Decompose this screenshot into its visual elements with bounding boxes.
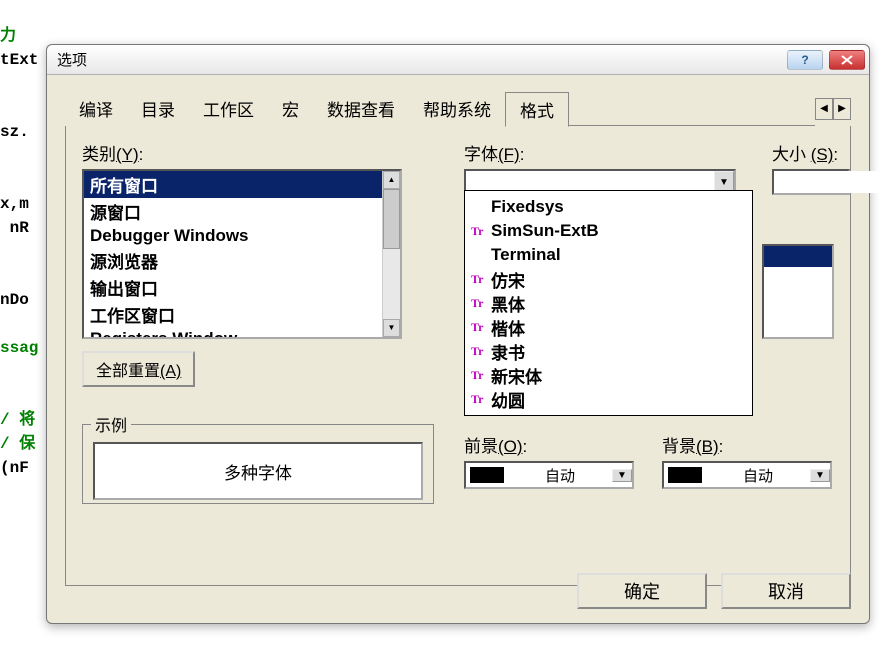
tab-format[interactable]: 格式 [505, 92, 569, 127]
tab-workspace[interactable]: 工作区 [189, 92, 269, 125]
foreground-combobox[interactable]: 自动 ▼ [464, 461, 634, 489]
truetype-icon: Tr [471, 392, 489, 407]
tab-helpsystem[interactable]: 帮助系统 [409, 92, 506, 125]
truetype-icon: Tr [471, 320, 489, 335]
list-item[interactable]: Debugger Windows [84, 225, 382, 247]
truetype-icon: Tr [471, 272, 489, 287]
font-option[interactable]: Tr隶书 [465, 339, 752, 363]
size-label: 大小 (S): [772, 140, 856, 165]
list-item[interactable] [764, 246, 832, 267]
background-code: 力 tExt sz. x,m nR nDo ssag / 将 / 保 (nF [0, 0, 38, 480]
sample-preview: 多种字体 [93, 442, 423, 500]
color-swatch [668, 467, 702, 483]
close-button[interactable] [829, 50, 865, 70]
ok-button[interactable]: 确定 [577, 573, 707, 609]
font-option[interactable]: Terminal [465, 243, 752, 267]
truetype-icon: Tr [471, 368, 489, 383]
reset-all-button[interactable]: 全部重置(A) [82, 351, 195, 387]
options-dialog: 选项 ? 编译 目录 工作区 宏 数据查看 帮助系统 格式 ◀ ▶ [46, 44, 870, 624]
scroll-down-icon[interactable]: ▼ [383, 319, 400, 337]
dropdown-button[interactable]: ▼ [612, 469, 632, 482]
color-swatch [470, 467, 504, 483]
list-item[interactable]: 源窗口 [84, 198, 382, 225]
list-item[interactable]: 源浏览器 [84, 247, 382, 274]
list-item[interactable]: 工作区窗口 [84, 301, 382, 328]
dropdown-button[interactable]: ▼ [810, 469, 830, 482]
tab-scroll-right[interactable]: ▶ [833, 98, 851, 120]
size-combobox[interactable]: ▼ [772, 169, 850, 195]
font-option[interactable]: TrSimSun-ExtB [465, 219, 752, 243]
cancel-button[interactable]: 取消 [721, 573, 851, 609]
help-button[interactable]: ? [787, 50, 823, 70]
truetype-icon: Tr [471, 296, 489, 311]
background-label: 背景(B): [662, 432, 842, 457]
font-dropdown-list[interactable]: Fixedsys TrSimSun-ExtB Terminal Tr仿宋 Tr黑… [464, 190, 753, 416]
sample-fieldset: 示例 多种字体 [82, 412, 434, 504]
tab-compile[interactable]: 编译 [65, 92, 128, 125]
foreground-label: 前景(O): [464, 432, 644, 457]
font-option[interactable]: Tr仿宋 [465, 267, 752, 291]
scroll-up-icon[interactable]: ▲ [383, 171, 400, 189]
list-item[interactable]: Registers Window [84, 328, 382, 337]
truetype-icon: Tr [471, 344, 489, 359]
category-listbox[interactable]: 所有窗口 源窗口 Debugger Windows 源浏览器 输出窗口 工作区窗… [82, 169, 402, 339]
background-combobox[interactable]: 自动 ▼ [662, 461, 832, 489]
scroll-thumb[interactable] [383, 189, 400, 249]
tab-strip: 编译 目录 工作区 宏 数据查看 帮助系统 格式 ◀ ▶ [65, 91, 851, 126]
scrollbar[interactable]: ▲ ▼ [382, 171, 400, 337]
titlebar[interactable]: 选项 ? [47, 45, 869, 75]
font-option[interactable]: Tr楷体 [465, 315, 752, 339]
tab-dataview[interactable]: 数据查看 [313, 92, 410, 125]
size-input[interactable] [774, 171, 896, 193]
dialog-title: 选项 [57, 49, 787, 70]
tab-macros[interactable]: 宏 [268, 92, 314, 125]
list-item[interactable]: 所有窗口 [84, 171, 382, 198]
font-option[interactable]: Tr幼圆 [465, 387, 752, 411]
font-option[interactable]: Fixedsys [465, 195, 752, 219]
font-label: 字体(F): [464, 140, 754, 165]
category-label: 类别(Y): [82, 140, 432, 165]
list-item[interactable]: 输出窗口 [84, 274, 382, 301]
font-option[interactable]: Tr黑体 [465, 291, 752, 315]
truetype-icon: Tr [471, 224, 489, 239]
tab-scroll-left[interactable]: ◀ [815, 98, 833, 120]
style-listbox[interactable] [762, 244, 834, 339]
tab-pane-format: 类别(Y): 所有窗口 源窗口 Debugger Windows 源浏览器 输出… [65, 126, 851, 586]
tab-directories[interactable]: 目录 [127, 92, 190, 125]
close-icon [841, 55, 853, 65]
font-option[interactable]: Tr新宋体 [465, 363, 752, 387]
sample-legend: 示例 [91, 412, 131, 436]
